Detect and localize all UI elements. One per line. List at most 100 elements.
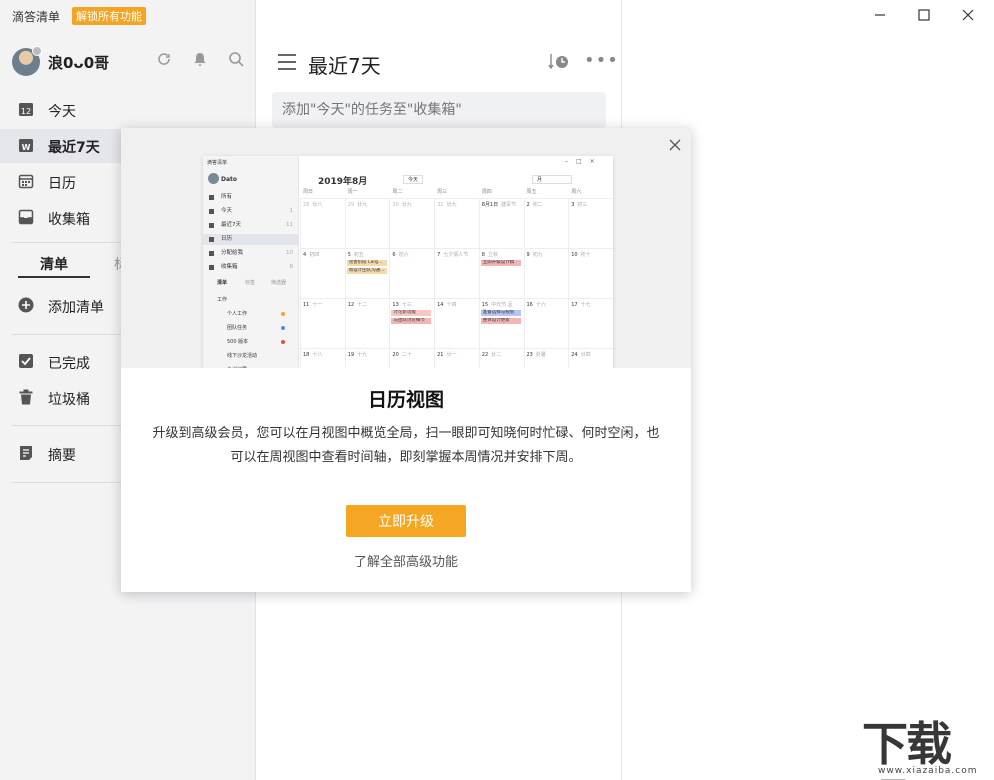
- preview-day-cell: 28廿八: [300, 198, 345, 248]
- preview-day-number: 19: [348, 352, 354, 358]
- feature-preview-banner: 滴答清单 Dato 所有今天1最近7天11日历分配给我10收集箱8 清单 标签 …: [121, 128, 691, 368]
- sync-icon[interactable]: [154, 51, 174, 71]
- preview-day-number: 6: [392, 252, 395, 258]
- preview-day-number: 7: [437, 252, 440, 258]
- preview-day-cell: 16十六: [524, 298, 569, 348]
- preview-lunar-date: 廿八: [312, 202, 322, 208]
- preview-day-number: 4: [303, 252, 306, 258]
- preview-list-label: 线下沙龙活动: [227, 353, 257, 359]
- preview-day-cell: 8月1日建军节: [479, 198, 524, 248]
- minimize-icon[interactable]: [870, 6, 890, 26]
- preview-nav-count: 11: [286, 220, 293, 231]
- preview-list-item: 会议纪要: [203, 364, 299, 368]
- maximize-icon[interactable]: [914, 6, 934, 26]
- more-options-icon[interactable]: •••: [584, 50, 619, 71]
- preview-day-cell: 12十二: [345, 298, 390, 348]
- preview-nav-count: 1: [290, 206, 294, 217]
- preview-day-cell: 11十一: [300, 298, 345, 348]
- preview-list-label: 500 版本: [227, 339, 248, 345]
- preview-sidebar: 滴答清单 Dato 所有今天1最近7天11日历分配给我10收集箱8 清单 标签 …: [203, 156, 299, 368]
- close-window-icon[interactable]: [958, 6, 978, 26]
- preview-weekday-header: 周日: [303, 188, 313, 195]
- sidebar-item-label: 垃圾桶: [48, 389, 90, 409]
- sidebar-item-label: 日历: [48, 173, 76, 193]
- preview-lunar-date: 十六: [536, 302, 546, 308]
- preview-day-cell: 29廿九: [345, 198, 390, 248]
- tab-lists[interactable]: 清单: [40, 254, 68, 274]
- preview-day-cell: 10初十: [568, 248, 613, 298]
- preview-list-color-dot: [281, 340, 285, 344]
- unlock-all-features-badge[interactable]: 解锁所有功能: [72, 7, 146, 25]
- add-list-label: 添加清单: [48, 297, 104, 317]
- preview-day-number: 15: [482, 302, 488, 308]
- sort-by-time-icon[interactable]: [548, 52, 570, 72]
- preview-day-cell: 31廿九: [434, 198, 479, 248]
- preview-lunar-date: 初四: [309, 252, 319, 258]
- preview-weekday-header: 周五: [527, 188, 537, 195]
- preview-calendar-event: 和设计团队沟通...: [347, 268, 387, 274]
- preview-lunar-date: 十三: [402, 302, 412, 308]
- preview-day-cell: 2初二: [524, 198, 569, 248]
- checkbox-checked-icon: [18, 353, 34, 369]
- preview-day-number: 12: [348, 302, 354, 308]
- preview-day-cell: 4初四: [300, 248, 345, 298]
- preview-day-number: 3: [571, 202, 574, 208]
- preview-lunar-date: 初三: [577, 202, 587, 208]
- preview-day-cell: 17十七: [568, 298, 613, 348]
- preview-day-number: 9: [527, 252, 530, 258]
- preview-day-cell: 20二十: [389, 348, 434, 368]
- preview-day-cell: 3初三: [568, 198, 613, 248]
- preview-lunar-date: 二十: [402, 352, 412, 358]
- preview-list-item: 线下沙龙活动: [203, 350, 299, 362]
- sidebar-item-label: 今天: [48, 101, 76, 121]
- preview-day-number: 30: [392, 202, 398, 208]
- preview-day-cell: 9初九: [524, 248, 569, 298]
- upgrade-now-button[interactable]: 立即升级: [346, 505, 466, 537]
- preview-tab: 标签: [245, 279, 255, 286]
- preview-day-number: 22: [482, 352, 488, 358]
- preview-list-label: 团队任务: [227, 325, 247, 331]
- preview-lunar-date: 立秋: [488, 252, 498, 258]
- preview-nav-icon: [209, 265, 214, 270]
- preview-nav-label: 日历: [221, 236, 232, 242]
- preview-window-controls: –□×: [565, 158, 603, 165]
- preview-nav-item: 最近7天11: [203, 220, 299, 231]
- tab-underline: [18, 276, 90, 278]
- learn-all-premium-features-link[interactable]: 了解全部高级功能: [121, 551, 691, 570]
- search-icon[interactable]: [226, 51, 246, 71]
- preview-lunar-date: 廿一: [446, 352, 456, 358]
- preview-lunar-date: 初九: [533, 252, 543, 258]
- watermark-url: www.xiazaiba.com: [878, 766, 978, 776]
- preview-lunar-date: 十一: [312, 302, 322, 308]
- preview-weekday-header: 周二: [392, 188, 402, 195]
- preview-calendar-event: 完善阶段 Larg...: [347, 260, 387, 266]
- preview-day-number: 5: [348, 252, 351, 258]
- sidebar-item-today[interactable]: 12 今天: [0, 93, 256, 127]
- app-title: 滴答清单: [12, 8, 60, 25]
- close-icon[interactable]: [665, 136, 685, 156]
- upgrade-modal: 滴答清单 Dato 所有今天1最近7天11日历分配给我10收集箱8 清单 标签 …: [121, 128, 691, 592]
- preview-day-number: 16: [527, 302, 533, 308]
- preview-day-cell: 30 廿九: [389, 198, 434, 248]
- preview-username: Dato: [221, 176, 237, 183]
- preview-calendar-event: 讨论新功能: [391, 310, 431, 316]
- preview-list-label: 工作: [217, 297, 227, 303]
- preview-nav-item: 所有: [203, 192, 299, 203]
- preview-lunar-date: 廿九: [402, 202, 412, 208]
- preview-lunar-date: 十七: [581, 302, 591, 308]
- week-w-icon: W: [18, 137, 34, 153]
- preview-day-cell: 18十八: [300, 348, 345, 368]
- preview-list-color-dot: [281, 326, 285, 330]
- modal-heading: 日历视图: [121, 385, 691, 412]
- preview-nav-label: 分配给我: [221, 250, 243, 256]
- preview-day-number: 10: [571, 252, 577, 258]
- bell-icon[interactable]: [190, 51, 210, 71]
- preview-nav-count: 10: [286, 248, 293, 259]
- sidebar-item-label: 收集箱: [48, 209, 90, 229]
- preview-calendar-event: 准备选择与规划: [481, 310, 521, 316]
- preview-app-title: 滴答清单: [207, 159, 227, 166]
- user-row: 浪0ᴗ0哥: [12, 46, 248, 78]
- hamburger-menu-icon[interactable]: [278, 54, 296, 70]
- add-task-input[interactable]: [272, 92, 606, 128]
- username[interactable]: 浪0ᴗ0哥: [48, 52, 109, 73]
